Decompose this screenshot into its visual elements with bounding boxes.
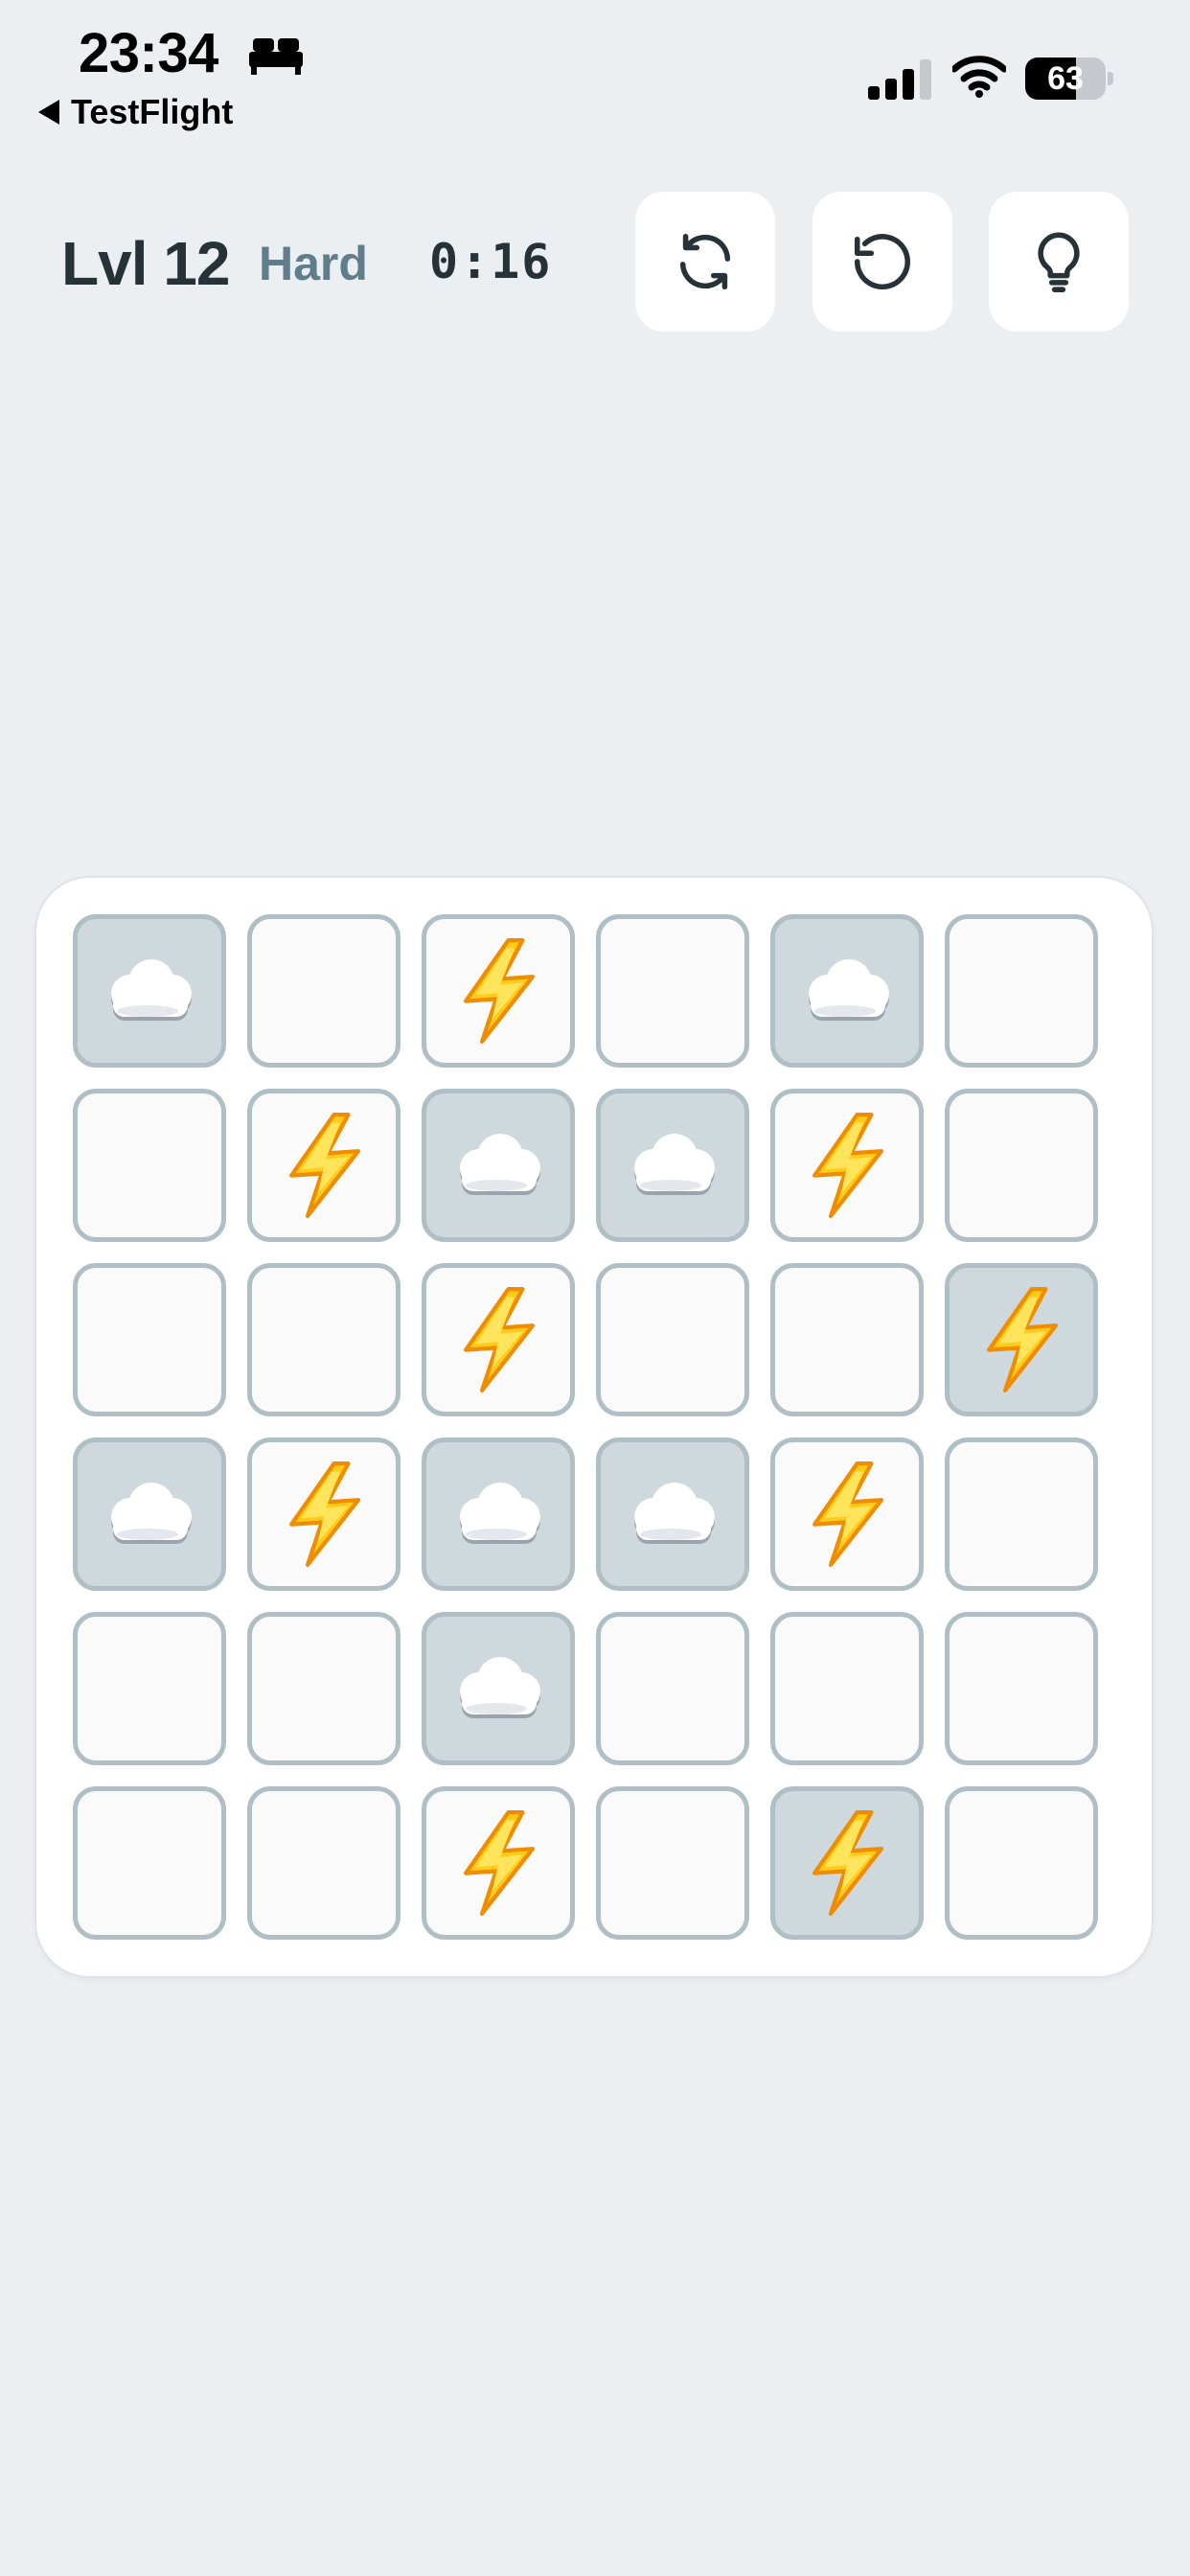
lightning-bolt-icon: [464, 1287, 536, 1392]
game-board: [34, 876, 1154, 1978]
cloud-icon: [809, 959, 889, 1021]
grid-cell-r5-c1[interactable]: [73, 1612, 226, 1765]
grid-cell-r5-c2[interactable]: [247, 1612, 400, 1765]
cellular-signal-icon: [868, 59, 931, 100]
lightning-bolt-icon: [812, 1810, 884, 1916]
puzzle-grid: [73, 914, 1098, 1940]
cloud-icon: [460, 1483, 540, 1544]
cloud-icon: [634, 1483, 715, 1544]
hint-button[interactable]: [989, 192, 1129, 332]
grid-cell-r2-c6[interactable]: [945, 1089, 1098, 1242]
grid-cell-r5-c5[interactable]: [770, 1612, 924, 1765]
refresh-icon: [679, 233, 731, 290]
lightning-bolt-icon: [812, 1461, 884, 1567]
grid-cell-r3-c4[interactable]: [596, 1263, 749, 1416]
cloud-icon: [111, 1483, 192, 1544]
grid-cell-r1-c6[interactable]: [945, 914, 1098, 1068]
battery-indicator: 63: [1025, 58, 1113, 100]
grid-cell-r2-c1[interactable]: [73, 1089, 226, 1242]
battery-cap: [1108, 72, 1113, 85]
grid-cell-r4-c4[interactable]: [596, 1438, 749, 1591]
lightning-bolt-icon: [987, 1287, 1059, 1392]
grid-cell-r5-c3[interactable]: [422, 1612, 575, 1765]
grid-cell-r2-c4[interactable]: [596, 1089, 749, 1242]
grid-cell-r6-c2[interactable]: [247, 1786, 400, 1940]
grid-cell-r4-c5[interactable]: [770, 1438, 924, 1591]
cloud-icon: [634, 1134, 715, 1195]
battery-percent: 63: [1047, 60, 1084, 97]
grid-cell-r3-c5[interactable]: [770, 1263, 924, 1416]
back-link-label: TestFlight: [71, 92, 234, 131]
grid-cell-r5-c4[interactable]: [596, 1612, 749, 1765]
cloud-icon: [460, 1134, 540, 1195]
lightning-bolt-icon: [464, 1810, 536, 1916]
grid-cell-r6-c4[interactable]: [596, 1786, 749, 1940]
grid-cell-r1-c4[interactable]: [596, 914, 749, 1068]
grid-cell-r6-c3[interactable]: [422, 1786, 575, 1940]
grid-cell-r1-c1[interactable]: [73, 914, 226, 1068]
undo-icon: [854, 234, 910, 290]
lightning-bolt-icon: [464, 938, 536, 1044]
grid-cell-r1-c2[interactable]: [247, 914, 400, 1068]
battery-body: 63: [1025, 58, 1106, 100]
grid-cell-r3-c3[interactable]: [422, 1263, 575, 1416]
grid-cell-r3-c1[interactable]: [73, 1263, 226, 1416]
grid-cell-r2-c2[interactable]: [247, 1089, 400, 1242]
grid-cell-r3-c2[interactable]: [247, 1263, 400, 1416]
grid-cell-r4-c6[interactable]: [945, 1438, 1098, 1591]
back-to-testflight-link[interactable]: TestFlight: [38, 92, 233, 132]
lightning-bolt-icon: [289, 1113, 361, 1218]
grid-cell-r1-c5[interactable]: [770, 914, 924, 1068]
cloud-icon: [111, 959, 192, 1021]
grid-cell-r6-c5[interactable]: [770, 1786, 924, 1940]
cloud-icon: [460, 1657, 540, 1718]
lightbulb-icon: [1038, 232, 1080, 292]
undo-button[interactable]: [812, 192, 952, 332]
lightning-bolt-icon: [289, 1461, 361, 1567]
wifi-icon: [952, 56, 1006, 98]
difficulty-label: Hard: [259, 237, 368, 290]
grid-cell-r4-c1[interactable]: [73, 1438, 226, 1591]
grid-cell-r5-c6[interactable]: [945, 1612, 1098, 1765]
grid-cell-r6-c6[interactable]: [945, 1786, 1098, 1940]
status-time: 23:34: [79, 22, 218, 84]
grid-cell-r1-c3[interactable]: [422, 914, 575, 1068]
bed-icon: [249, 38, 303, 75]
new-puzzle-button[interactable]: [635, 192, 775, 332]
grid-cell-r6-c1[interactable]: [73, 1786, 226, 1940]
grid-cell-r3-c6[interactable]: [945, 1263, 1098, 1416]
grid-cell-r4-c2[interactable]: [247, 1438, 400, 1591]
grid-cell-r2-c5[interactable]: [770, 1089, 924, 1242]
game-timer: 0:16: [429, 234, 553, 289]
grid-cell-r4-c3[interactable]: [422, 1438, 575, 1591]
back-triangle-icon: [38, 100, 59, 125]
lightning-bolt-icon: [812, 1113, 884, 1218]
grid-cell-r2-c3[interactable]: [422, 1089, 575, 1242]
level-title: Lvl 12: [61, 229, 230, 298]
